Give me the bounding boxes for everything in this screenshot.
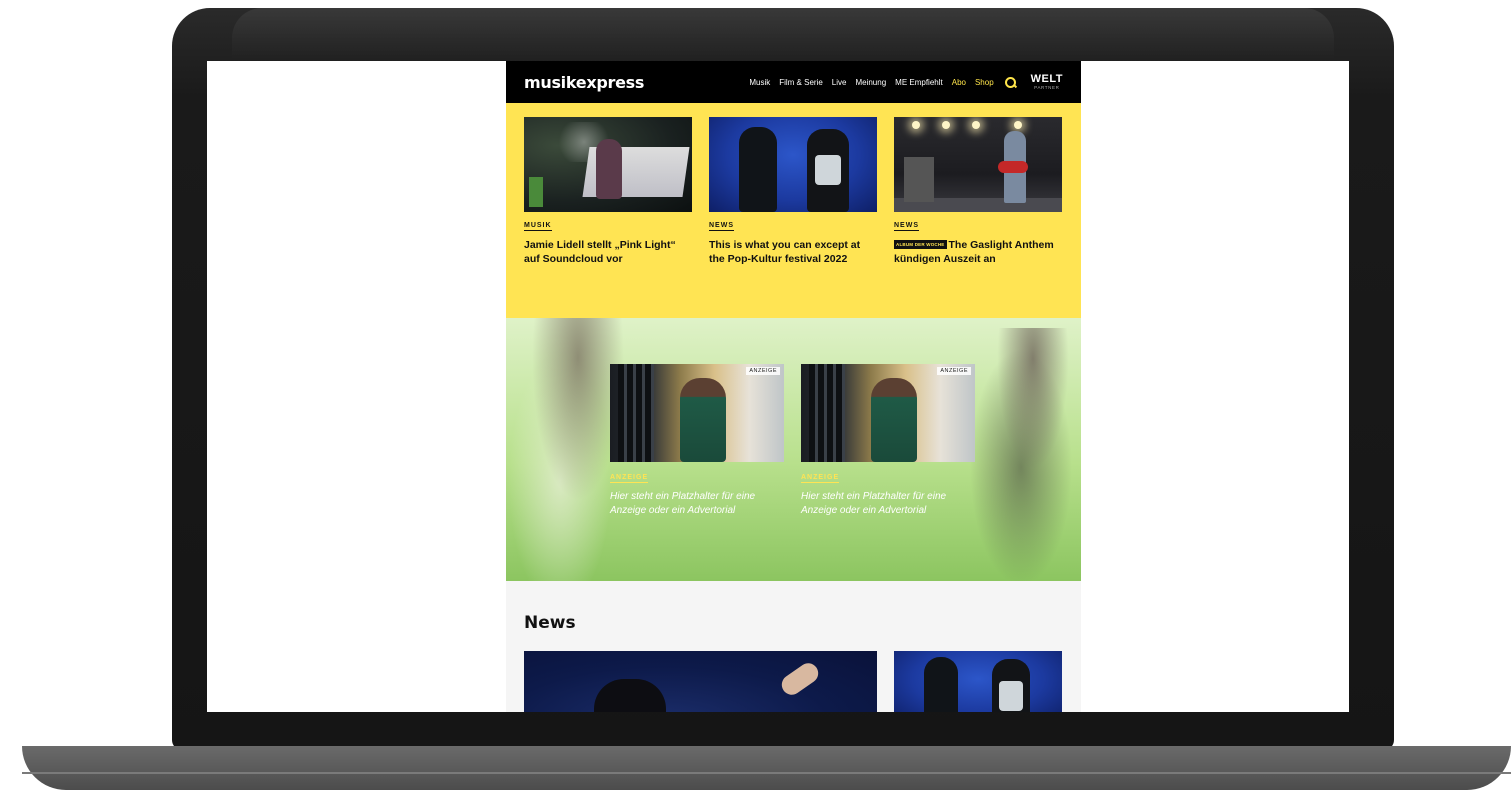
news-section: News	[506, 581, 1081, 712]
news-row	[524, 651, 1063, 712]
teaser-image[interactable]	[524, 117, 692, 212]
top-navigation-bar: musikexpress Musik Film & Serie Live Mei…	[506, 61, 1081, 103]
background-model-right	[961, 328, 1081, 581]
welt-partner-label: PARTNER	[1034, 85, 1060, 90]
nav-item-abo[interactable]: Abo	[952, 78, 966, 87]
ad-text[interactable]: Hier steht ein Platzhalter für eine Anze…	[801, 490, 961, 518]
teaser-card[interactable]: NEWS This is what you can except at the …	[709, 117, 877, 318]
ad-text[interactable]: Hier steht ein Platzhalter für eine Anze…	[610, 490, 770, 518]
teaser-image[interactable]	[894, 117, 1062, 212]
laptop-base	[22, 746, 1511, 790]
ad-image[interactable]: ANZEIGE	[801, 364, 975, 462]
welt-logo-text: WELT	[1030, 73, 1063, 85]
ad-label: ANZEIGE	[937, 367, 971, 375]
background-model-left	[506, 318, 626, 581]
ad-label: ANZEIGE	[746, 367, 780, 375]
ad-category: ANZEIGE	[801, 474, 840, 483]
album-der-woche-badge: ALBUM DER WOCHE	[894, 240, 947, 250]
main-nav: Musik Film & Serie Live Meinung ME Empfi…	[749, 73, 1063, 91]
teaser-category[interactable]: MUSIK	[524, 222, 552, 231]
nav-item-live[interactable]: Live	[832, 78, 847, 87]
ad-card[interactable]: ANZEIGE ANZEIGE Hier steht ein Platzhalt…	[801, 364, 975, 518]
news-side-image[interactable]	[894, 651, 1062, 712]
teaser-headline[interactable]: ALBUM DER WOCHE The Gaslight Anthem kündi…	[894, 238, 1062, 266]
teaser-card[interactable]: MUSIK Jamie Lidell stellt „Pink Light“ a…	[524, 117, 692, 318]
advertorial-section: ANZEIGE ANZEIGE Hier steht ein Platzhalt…	[506, 318, 1081, 581]
news-lead-image[interactable]	[524, 651, 877, 712]
nav-item-shop[interactable]: Shop	[975, 78, 994, 87]
teaser-category[interactable]: NEWS	[894, 222, 919, 231]
featured-teasers: MUSIK Jamie Lidell stellt „Pink Light“ a…	[506, 103, 1081, 318]
welt-partner-logo[interactable]: WELT PARTNER	[1030, 73, 1063, 91]
nav-item-musik[interactable]: Musik	[749, 78, 770, 87]
teaser-headline[interactable]: This is what you can except at the Pop-K…	[709, 238, 877, 266]
teaser-image[interactable]	[709, 117, 877, 212]
search-icon[interactable]	[1004, 76, 1016, 88]
teaser-category[interactable]: NEWS	[709, 222, 734, 231]
news-section-title: News	[524, 613, 576, 633]
site-logo[interactable]: musikexpress	[524, 73, 644, 92]
nav-item-film-serie[interactable]: Film & Serie	[779, 78, 823, 87]
ad-category: ANZEIGE	[610, 474, 649, 483]
website: musikexpress Musik Film & Serie Live Mei…	[506, 61, 1081, 712]
teaser-card[interactable]: NEWS ALBUM DER WOCHE The Gaslight Anthem …	[894, 117, 1062, 318]
nav-item-me-empfiehlt[interactable]: ME Empfiehlt	[895, 78, 943, 87]
laptop-screen: musikexpress Musik Film & Serie Live Mei…	[207, 61, 1349, 712]
ad-image[interactable]: ANZEIGE	[610, 364, 784, 462]
ad-card[interactable]: ANZEIGE ANZEIGE Hier steht ein Platzhalt…	[610, 364, 784, 518]
nav-item-meinung[interactable]: Meinung	[855, 78, 886, 87]
teaser-headline[interactable]: Jamie Lidell stellt „Pink Light“ auf Sou…	[524, 238, 692, 266]
